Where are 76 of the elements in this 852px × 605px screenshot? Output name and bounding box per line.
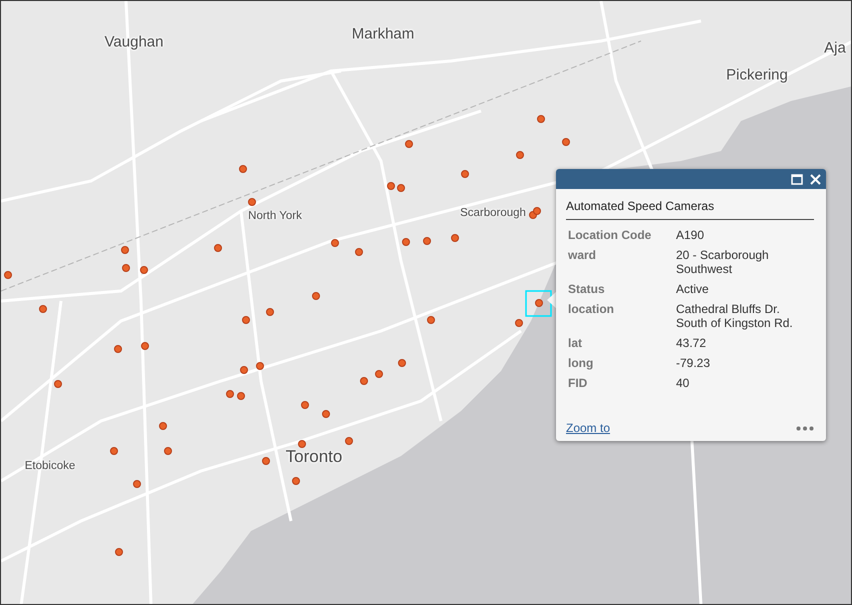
place-label: Etobicoke (24, 460, 76, 472)
camera-marker[interactable] (242, 316, 250, 324)
camera-marker[interactable] (110, 447, 118, 455)
selection-highlight (525, 290, 552, 317)
camera-marker[interactable] (266, 308, 274, 316)
field-label: ward (568, 248, 598, 264)
camera-marker[interactable] (301, 401, 309, 409)
camera-marker[interactable] (240, 366, 248, 374)
camera-marker[interactable] (292, 477, 300, 485)
field-value: Active (676, 282, 710, 296)
camera-marker[interactable] (256, 362, 264, 370)
camera-marker[interactable] (331, 239, 339, 247)
camera-marker[interactable] (515, 319, 523, 327)
camera-marker[interactable] (533, 207, 541, 215)
camera-marker[interactable] (262, 457, 270, 465)
popup-title: Automated Speed Cameras (566, 199, 814, 220)
camera-marker[interactable] (237, 392, 245, 400)
camera-marker[interactable] (298, 440, 306, 448)
field-label: long (568, 356, 594, 370)
place-label: Aja (824, 40, 846, 56)
field-value: 40 (676, 376, 690, 390)
camera-marker[interactable] (54, 380, 62, 388)
field-value: -79.23 (676, 356, 712, 370)
field-label: Status (568, 282, 606, 296)
camera-marker[interactable] (164, 447, 172, 455)
camera-marker[interactable] (402, 238, 410, 246)
camera-marker[interactable] (121, 246, 129, 254)
camera-marker[interactable] (345, 437, 353, 445)
camera-marker[interactable] (355, 248, 363, 256)
field-value: 20 - Scarborough Southwest (676, 248, 770, 276)
place-label: North York (248, 210, 302, 222)
maximize-icon[interactable] (790, 172, 804, 186)
camera-marker[interactable] (322, 410, 330, 418)
field-value: 43.72 (676, 336, 708, 350)
camera-marker[interactable] (141, 342, 149, 350)
field-value: A190 (676, 228, 706, 242)
place-label: Markham (352, 26, 414, 42)
place-label: Scarborough (460, 207, 526, 219)
close-icon[interactable] (808, 172, 822, 186)
field-label: location (568, 302, 616, 318)
camera-marker[interactable] (312, 292, 320, 300)
camera-marker[interactable] (226, 390, 234, 398)
camera-marker[interactable] (405, 140, 413, 148)
field-label: FID (568, 376, 588, 390)
camera-marker[interactable] (39, 305, 47, 313)
camera-marker[interactable] (248, 198, 256, 206)
camera-marker[interactable] (461, 170, 469, 178)
camera-marker[interactable] (360, 377, 368, 385)
camera-marker[interactable] (423, 237, 431, 245)
zoom-to-link[interactable]: Zoom to (566, 421, 610, 435)
camera-marker[interactable] (427, 316, 435, 324)
camera-marker[interactable] (537, 115, 545, 123)
place-label: Vaughan (104, 34, 164, 50)
camera-marker[interactable] (535, 299, 543, 307)
camera-marker[interactable] (397, 184, 405, 192)
field-value: Cathedral Bluffs Dr. South of Kingston Rd. (676, 302, 794, 330)
camera-marker[interactable] (239, 165, 247, 173)
camera-marker[interactable] (122, 264, 130, 272)
camera-marker[interactable] (562, 138, 570, 146)
camera-marker[interactable] (214, 244, 222, 252)
camera-marker[interactable] (115, 548, 123, 556)
place-label: Toronto (286, 447, 342, 467)
camera-marker[interactable] (4, 271, 12, 279)
camera-marker[interactable] (398, 359, 406, 367)
more-options-icon[interactable] (796, 426, 814, 430)
camera-marker[interactable] (516, 151, 524, 159)
field-label: lat (568, 336, 584, 350)
field-label: Location Code (568, 228, 652, 242)
camera-marker[interactable] (133, 480, 141, 488)
camera-marker[interactable] (114, 345, 122, 353)
place-label: Pickering (726, 66, 788, 84)
camera-marker[interactable] (140, 266, 148, 274)
camera-marker[interactable] (375, 370, 383, 378)
camera-marker[interactable] (159, 422, 167, 430)
camera-marker[interactable] (451, 234, 459, 242)
camera-marker[interactable] (387, 182, 395, 190)
